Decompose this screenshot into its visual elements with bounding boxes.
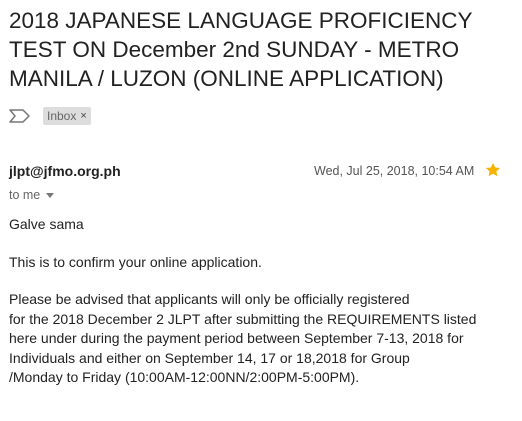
subject-line-3: MANILA / LUZON (ONLINE APPLICATION)	[9, 66, 444, 91]
inbox-label-chip[interactable]: Inbox ×	[43, 107, 91, 125]
email-subject: 2018 JAPANESE LANGUAGE PROFICIENCY TEST …	[9, 6, 514, 93]
subject-line-1: 2018 JAPANESE LANGUAGE PROFICIENCY	[9, 8, 473, 33]
notice-line: Please be advised that applicants will o…	[9, 291, 410, 307]
recipient-info[interactable]: to me	[9, 188, 55, 202]
chevron-down-icon[interactable]	[46, 192, 55, 198]
notice-line: /Monday to Friday (10:00AM-12:00NN/2:00P…	[9, 369, 360, 385]
importance-marker-icon[interactable]	[9, 109, 31, 123]
inbox-label-text: Inbox	[47, 109, 77, 123]
star-icon[interactable]	[484, 161, 502, 179]
recipient-text: to me	[9, 188, 41, 202]
notice-line: here under during the payment period bet…	[9, 330, 464, 346]
message-timestamp: Wed, Jul 25, 2018, 10:54 AM	[314, 164, 475, 178]
label-row: Inbox ×	[9, 106, 91, 126]
message-body: Galve sama This is to confirm your onlin…	[9, 215, 514, 406]
registration-notice: Please be advised that applicants will o…	[9, 290, 514, 388]
confirmation-text: This is to confirm your online applicati…	[9, 253, 262, 270]
sender-address[interactable]: jlpt@jfmo.org.ph	[9, 163, 121, 179]
notice-line: Individuals and either on September 14, …	[9, 349, 410, 366]
notice-line: for the 2018 December 2 JLPT after submi…	[9, 310, 477, 327]
greeting-text: Galve sama	[9, 216, 84, 232]
remove-label-icon[interactable]: ×	[80, 110, 86, 122]
subject-line-2: TEST ON December 2nd SUNDAY - METRO	[9, 37, 460, 62]
